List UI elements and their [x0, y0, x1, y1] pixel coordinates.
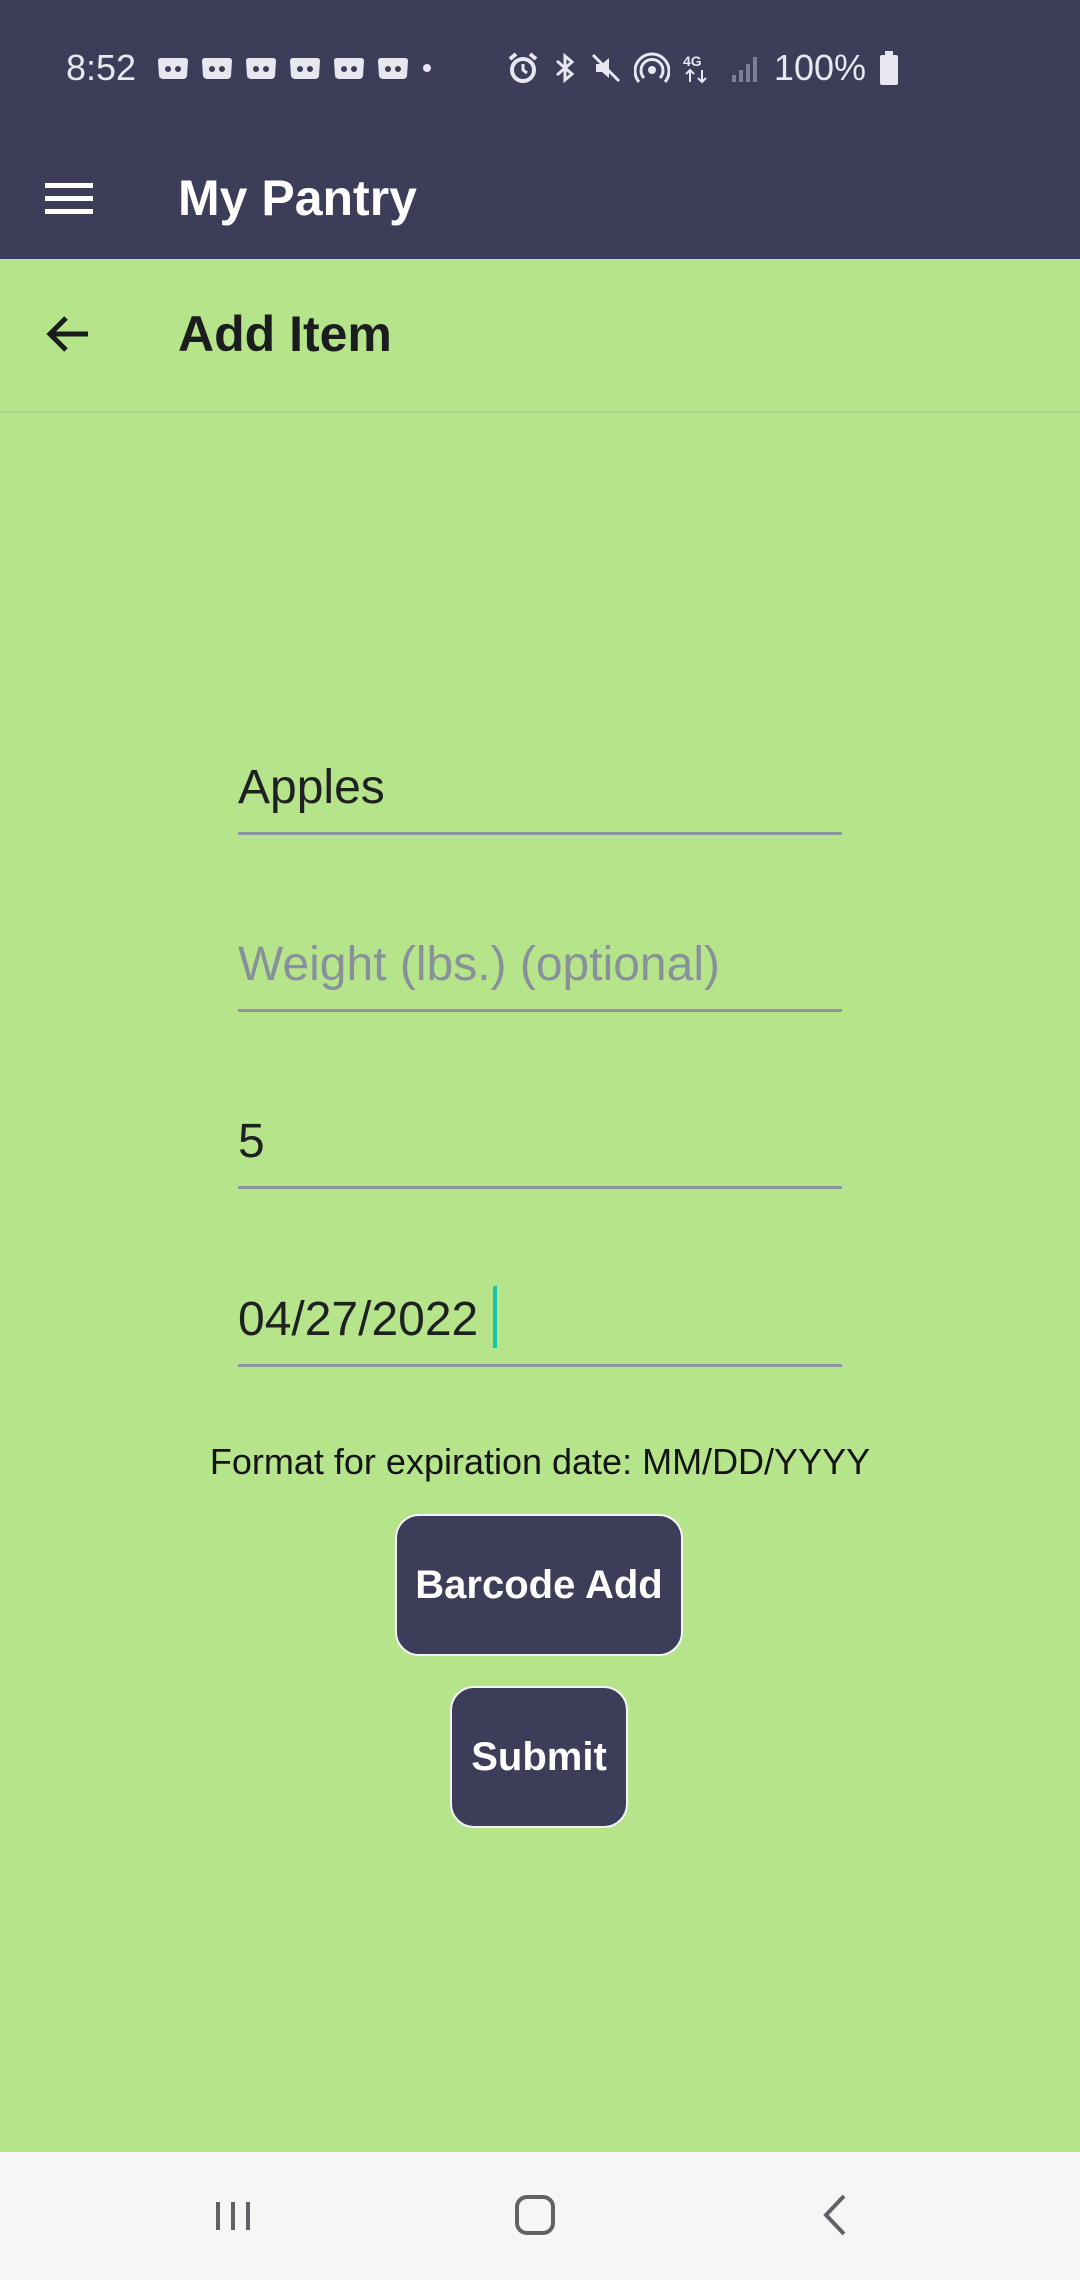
app-title: My Pantry — [178, 170, 417, 226]
battery-percent: 100% — [773, 47, 866, 88]
item-name-field[interactable] — [238, 742, 842, 835]
text-cursor — [493, 1286, 497, 1348]
app-bar: My Pantry — [0, 135, 1080, 259]
quantity-field[interactable] — [238, 1096, 842, 1189]
status-bar: 8:52 4G 100% — [0, 0, 1080, 135]
hotspot-icon — [633, 51, 670, 85]
recents-icon[interactable] — [200, 2182, 266, 2248]
page-title: Add Item — [178, 306, 392, 362]
status-time: 8:52 — [66, 47, 137, 88]
discord-icon — [156, 54, 190, 82]
barcode-add-button[interactable]: Barcode Add — [395, 1514, 683, 1656]
svg-text:4G: 4G — [683, 53, 702, 69]
discord-icon — [288, 54, 322, 82]
quantity-input[interactable] — [238, 1108, 842, 1174]
battery-icon — [878, 50, 900, 86]
discord-icon — [200, 54, 234, 82]
dot-icon — [420, 54, 434, 82]
signal-icon — [730, 51, 762, 85]
weight-input[interactable] — [238, 931, 842, 997]
submit-button[interactable]: Submit — [450, 1686, 628, 1828]
item-name-input[interactable] — [238, 754, 842, 820]
expiration-date-field[interactable] — [238, 1274, 842, 1367]
discord-icon — [332, 54, 366, 82]
weight-field[interactable] — [238, 919, 842, 1012]
mute-icon — [590, 51, 622, 85]
page-header: Add Item — [0, 259, 1080, 413]
nav-back-icon[interactable] — [804, 2182, 870, 2248]
system-status: 4G 100% — [506, 44, 900, 92]
expiration-date-input[interactable] — [238, 1286, 842, 1352]
system-nav-bar — [0, 2152, 1080, 2280]
alarm-icon — [506, 51, 540, 85]
notification-icons — [156, 54, 434, 82]
back-arrow-icon[interactable] — [36, 301, 102, 367]
lte-icon: 4G — [682, 51, 718, 85]
bluetooth-icon — [552, 51, 578, 85]
home-icon[interactable] — [502, 2182, 568, 2248]
discord-icon — [376, 54, 410, 82]
expiration-format-hint: Format for expiration date: MM/DD/YYYY — [209, 1441, 871, 1482]
discord-icon — [244, 54, 278, 82]
menu-icon[interactable] — [36, 165, 102, 231]
